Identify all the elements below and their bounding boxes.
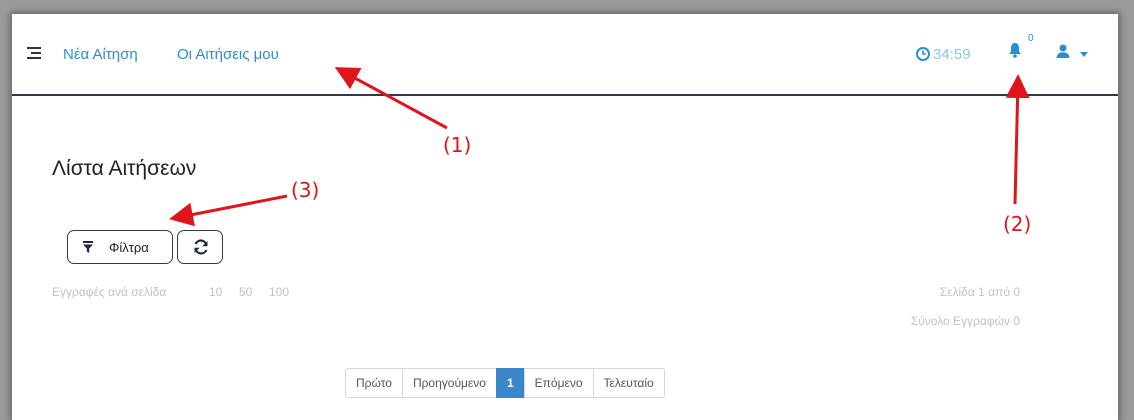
annotation-arrows xyxy=(169,67,1030,227)
arrow-2 xyxy=(1005,74,1030,205)
callout-2: (2) xyxy=(1003,212,1032,236)
arrow-3 xyxy=(169,194,288,227)
arrow-1 xyxy=(334,67,448,130)
callout-1: (1) xyxy=(443,133,472,157)
callout-3: (3) xyxy=(291,178,320,202)
